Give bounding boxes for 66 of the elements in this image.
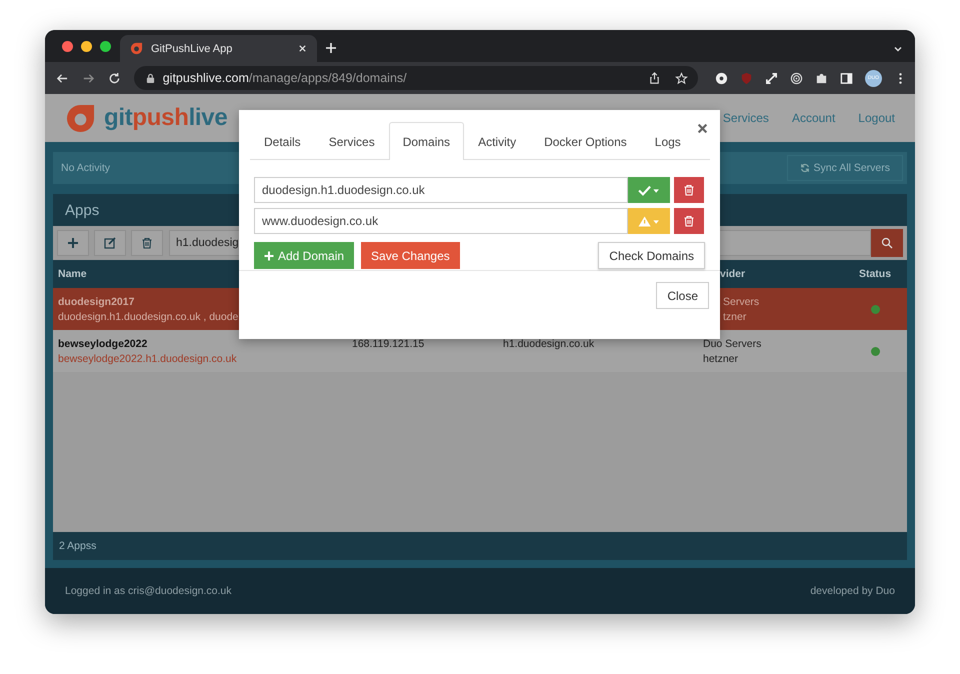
check-domains-button[interactable]: Check Domains	[598, 242, 705, 269]
tab[interactable]: Services	[314, 122, 389, 160]
lock-icon	[146, 72, 155, 84]
back-icon[interactable]	[56, 72, 69, 84]
tab[interactable]: Logs	[640, 122, 695, 160]
provider-text: tzner	[723, 310, 748, 322]
delete-button[interactable]	[131, 230, 163, 256]
chevron-down-icon[interactable]	[893, 44, 903, 54]
trash-icon	[683, 184, 695, 196]
tab[interactable]: Domains	[388, 122, 464, 160]
plus-icon	[264, 250, 274, 260]
drop-logo-icon	[66, 104, 95, 132]
column-header: vider	[719, 268, 746, 280]
add-button[interactable]	[57, 230, 89, 256]
column-header: Name	[58, 268, 88, 280]
app-domains: bewseylodge2022.h1.duodesign.co.uk	[58, 352, 238, 364]
expand-arrows-icon[interactable]	[764, 72, 778, 84]
sidebar-icon[interactable]	[840, 72, 853, 84]
plus-icon	[67, 237, 79, 249]
drop-logo-icon	[130, 42, 143, 55]
domain-field[interactable]: duodesign.h1.duodesign.co.uk	[254, 177, 628, 203]
search-icon	[881, 237, 893, 249]
target-icon[interactable]	[790, 72, 803, 84]
provider-text: Servers	[723, 296, 760, 308]
logo-text: gitpushlive	[104, 104, 228, 132]
new-tab-icon[interactable]	[325, 42, 337, 54]
delete-domain-button[interactable]	[674, 177, 704, 203]
minimize-window-dot[interactable]	[81, 40, 92, 52]
star-icon[interactable]	[674, 72, 688, 84]
domain-field[interactable]: www.duodesign.co.uk	[254, 208, 628, 234]
app-count: 2 Appss	[53, 532, 907, 560]
ip-address: 168.119.121.15	[352, 338, 426, 350]
browser-tab[interactable]: GitPushLive App	[120, 35, 317, 62]
trash-icon	[141, 237, 153, 249]
edit-icon	[104, 237, 116, 249]
app-name: duodesign2017	[58, 296, 136, 308]
save-changes-button[interactable]: Save Changes	[361, 242, 460, 269]
login-status: Logged in as cris@duodesign.co.uk	[65, 585, 232, 597]
activity-status: No Activity	[61, 162, 110, 174]
edit-button[interactable]	[94, 230, 126, 256]
forward-icon[interactable]	[82, 72, 95, 84]
column-header: Status	[858, 268, 892, 280]
app-domains: duodesign.h1.duodesign.co.uk , duode	[58, 310, 240, 322]
app-name: bewseylodge2022	[58, 338, 148, 350]
share-icon[interactable]	[648, 72, 661, 84]
domain-status-button[interactable]	[628, 177, 670, 203]
credit-text: developed by Duo	[810, 585, 895, 597]
check-caret-icon	[638, 184, 660, 196]
search-button[interactable]	[871, 229, 903, 257]
maximize-window-dot[interactable]	[100, 40, 111, 52]
refresh-icon	[800, 163, 810, 173]
trash-icon	[683, 215, 695, 227]
delete-domain-button[interactable]	[674, 208, 704, 234]
circle-extension-icon[interactable]	[714, 72, 728, 84]
provider-text: Duo Servers	[703, 338, 762, 350]
close-window-dot[interactable]	[62, 40, 73, 52]
tab[interactable]: Activity	[464, 122, 530, 160]
warning-caret-icon	[638, 216, 660, 226]
address-bar[interactable]: gitpushlive.com/manage/apps/849/domains/	[134, 66, 698, 90]
provider-text: hetzner	[703, 352, 740, 364]
server-name: h1.duodesign.co.uk	[503, 338, 596, 350]
reload-icon[interactable]	[108, 72, 121, 84]
close-button[interactable]: Close	[656, 282, 709, 309]
tab[interactable]: Docker Options	[530, 122, 641, 160]
tab[interactable]: Details	[250, 122, 315, 160]
close-icon[interactable]	[697, 123, 708, 134]
